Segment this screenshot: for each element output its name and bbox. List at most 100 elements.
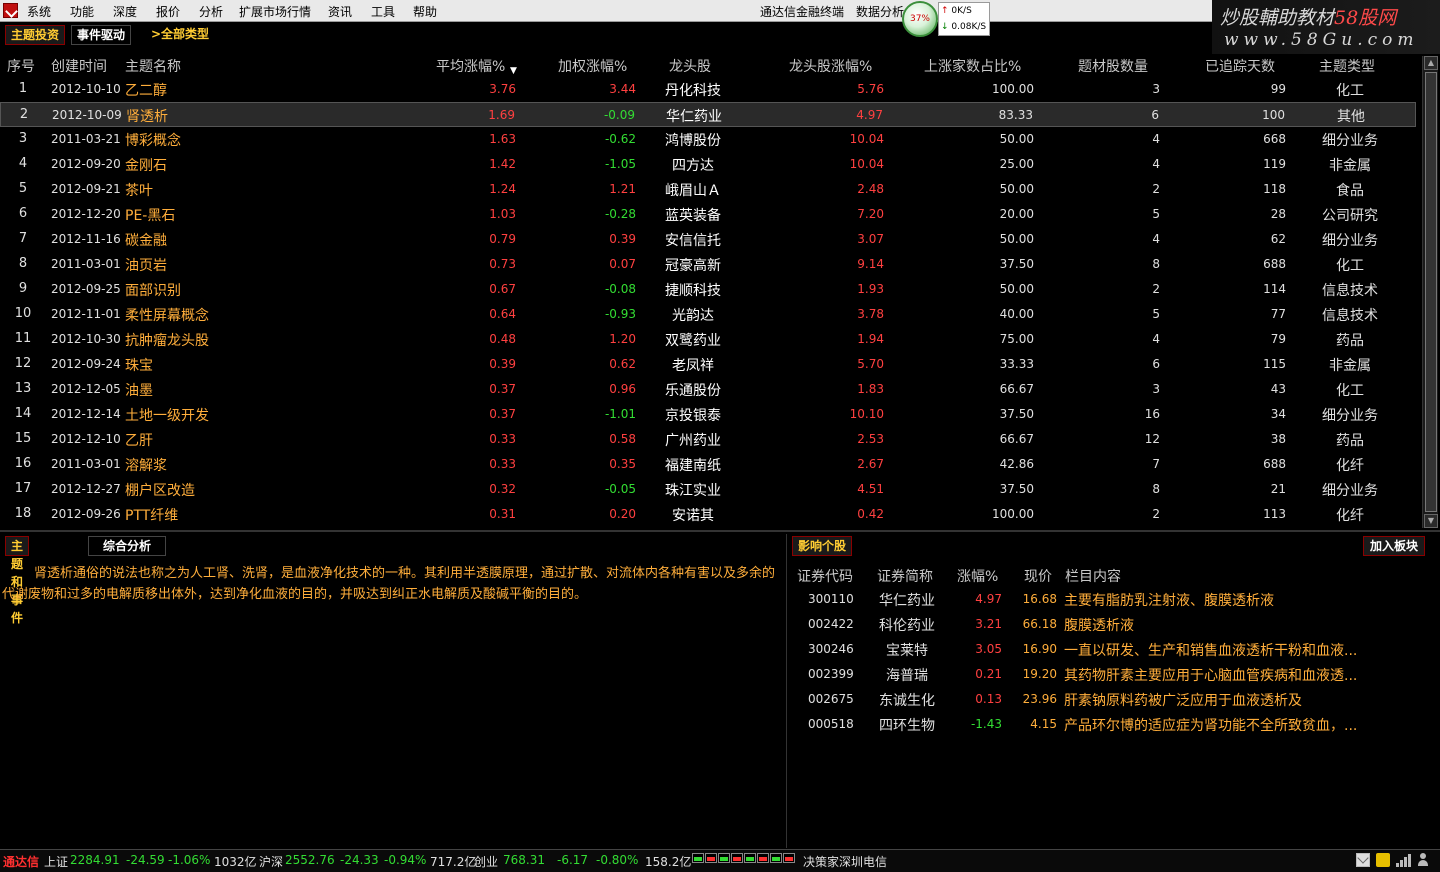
mail-icon[interactable] [1356,853,1370,867]
row-up-ratio: 100.00 [992,507,1034,521]
strength-bar [770,853,782,863]
menu-analysis[interactable]: 分析 [199,3,223,20]
table-row[interactable]: 16 2011-03-01 溶解浆 0.33 0.35 福建南纸 2.67 42.86 7 688… [0,452,1416,477]
col-header-date[interactable]: 创建时间 [51,56,107,76]
row-leader-stock: 捷顺科技 [665,283,721,299]
table-row[interactable]: 17 2012-12-27 棚户区改造 0.32 -0.05 珠江实业 4.51 37.50 8… [0,477,1416,502]
row-index: 4 [18,156,28,171]
menu-extended-market[interactable]: 扩展市场行情 [239,3,311,20]
table-row[interactable]: 6 2012-12-20 PE-黑石 1.03 -0.28 蓝英装备 7.20 20.00 5 2… [0,202,1416,227]
col-header-name[interactable]: 主题名称 [125,56,181,76]
row-weighted-change: -0.28 [604,207,636,221]
tab-theme-event[interactable]: 主题和事件 [5,536,30,625]
table-row[interactable]: 9 2012-09-25 面部识别 0.67 -0.08 捷顺科技 1.93 50.00 2 11… [0,277,1416,302]
col-header-avg[interactable]: 平均涨幅% [436,56,505,76]
row-stock-count: 4 [1152,332,1160,346]
data-analysis-button[interactable]: 数据分析 [856,3,904,20]
scroll-up-arrow-icon[interactable]: ▲ [1424,56,1438,70]
tab-theme-invest[interactable]: 主题投资 [5,25,66,45]
stock-col-header-content[interactable]: 栏目内容 [1065,566,1121,586]
menu-tools[interactable]: 工具 [371,3,395,20]
row-theme-type: 非金属 [1329,158,1371,174]
row-stock-count: 2 [1152,507,1160,521]
table-row[interactable]: 3 2011-03-21 博彩概念 1.63 -0.62 鸿博股份 10.04 50.00 4 6… [0,127,1416,152]
panel-divider[interactable] [0,530,1440,532]
row-leader-change: 4.97 [856,108,883,122]
tab-event-driven[interactable]: 事件驱动 [71,25,132,45]
row-leader-change: 5.70 [857,357,884,371]
tab-comprehensive-analysis[interactable]: 综合分析 [88,536,166,556]
menu-system[interactable]: 系统 [27,3,51,20]
watermark-logo: 炒股輔助教材58股网 www.58Gu.com [1212,0,1440,54]
stock-row[interactable]: 000518 四环生物 -1.43 4.15 产品环尔博的适应症为肾功能不全所致贫血，.… [790,712,1440,737]
menu-depth[interactable]: 深度 [113,3,137,20]
theme-description: 肾透析通俗的说法也称之为人工肾、洗肾，是血液净化技术的一种。其利用半透膜原理，通… [2,566,776,602]
table-row[interactable]: 12 2012-09-24 珠宝 0.39 0.62 老凤祥 5.70 33.33 6 115 非金… [0,352,1416,377]
lock-icon[interactable] [1376,853,1390,867]
table-row[interactable]: 8 2011-03-01 油页岩 0.73 0.07 冠豪高新 9.14 37.50 8 688 化… [0,252,1416,277]
col-header-stock-count[interactable]: 题材股数量 [1078,56,1148,76]
stock-col-header-code[interactable]: 证券代码 [797,566,853,586]
table-row[interactable]: 14 2012-12-14 土地一级开发 0.37 -1.01 京投银泰 10.10 37.5… [0,402,1416,427]
theme-detail-panel: 主题和事件 综合分析 肾透析通俗的说法也称之为人工肾、洗肾，是血液净化技术的一种… [0,534,787,848]
row-theme-name: 乙二醇 [125,83,167,99]
col-header-type[interactable]: 主题类型 [1319,56,1375,76]
stock-row[interactable]: 002675 东诚生化 0.13 23.96 肝素钠原料药被广泛应用于血液透析及 [790,687,1440,712]
table-row[interactable]: 5 2012-09-21 茶叶 1.24 1.21 峨眉山Ａ 2.48 50.00 2 118 食品 [0,177,1416,202]
table-row[interactable]: 18 2012-09-26 PTT纤维 0.31 0.20 安诺其 0.42 100.00 2 1… [0,502,1416,527]
table-row[interactable]: 11 2012-10-30 抗肿瘤龙头股 0.48 1.20 双鹭药业 1.94 75.00 4… [0,327,1416,352]
row-weighted-change: -1.05 [604,157,636,171]
stock-col-header-price[interactable]: 现价 [1024,566,1052,586]
app-logo-icon[interactable] [3,3,18,18]
stock-row[interactable]: 002422 科伦药业 3.21 66.18 腹膜透析液 [790,612,1440,637]
row-leader-stock: 福建南纸 [665,458,721,474]
stock-col-header-name[interactable]: 证券简称 [877,566,933,586]
col-header-up-ratio[interactable]: 上涨家数占比% [924,56,1021,76]
strength-bar [718,853,730,863]
col-header-weighted[interactable]: 加权涨幅% [558,56,627,76]
menu-quote[interactable]: 报价 [156,3,180,20]
sh-index-label[interactable]: 上证 [44,853,68,870]
table-row[interactable]: 15 2012-12-10 乙肝 0.33 0.58 广州药业 2.53 66.67 12 38 药… [0,427,1416,452]
col-header-days[interactable]: 已追踪天数 [1205,56,1275,76]
all-types-filter[interactable]: >全部类型 [146,25,214,45]
stock-col-header-chg[interactable]: 涨幅% [957,566,998,586]
row-avg-change: 0.67 [489,282,516,296]
add-to-block-button[interactable]: 加入板块 [1363,536,1426,556]
row-tracked-days: 21 [1270,482,1286,496]
affected-stocks-tab[interactable]: 影响个股 [792,536,853,556]
row-leader-stock: 安诺其 [672,508,714,524]
scroll-down-arrow-icon[interactable]: ▼ [1424,514,1438,528]
row-leader-stock: 鸿博股份 [665,133,721,149]
row-stock-count: 3 [1152,382,1160,396]
row-weighted-change: -0.08 [604,282,636,296]
table-row[interactable]: 7 2012-11-16 碳金融 0.79 0.39 安信信托 3.07 50.00 4 62 细分… [0,227,1416,252]
table-row[interactable]: 1 2012-10-10 乙二醇 3.76 3.44 丹化科技 5.76 100.00 3 99 化… [0,77,1416,102]
menu-help[interactable]: 帮助 [413,3,437,20]
row-index: 18 [14,506,32,521]
stock-row[interactable]: 300246 宝莱特 3.05 16.90 一直以研发、生产和销售血液透析干粉和血液..… [790,637,1440,662]
row-date: 2012-09-21 [51,182,121,196]
row-weighted-change: 0.62 [609,357,636,371]
table-row[interactable]: 4 2012-09-20 金刚石 1.42 -1.05 四方达 10.04 25.00 4 119… [0,152,1416,177]
stock-row[interactable]: 300110 华仁药业 4.97 16.68 主要有脂肪乳注射液、腹膜透析液 [790,587,1440,612]
cy-index-price: 768.31 [503,853,545,867]
table-row[interactable]: 10 2012-11-01 柔性屏幕概念 0.64 -0.93 光韵达 3.78 40.00 5… [0,302,1416,327]
table-row[interactable]: 2 2012-10-09 肾透析 1.69 -0.09 华仁药业 4.97 83.33 6 100… [0,102,1416,127]
hs-index-label[interactable]: 沪深 [259,853,283,870]
cy-index-label[interactable]: 创业 [474,853,498,870]
stock-row[interactable]: 002399 海普瑞 0.21 19.20 其药物肝素主要应用于心脑血管疾病和血液透..… [790,662,1440,687]
user-icon[interactable] [1416,853,1430,867]
row-tracked-days: 34 [1270,407,1286,421]
col-header-leader[interactable]: 龙头股 [669,56,711,76]
scrollbar-thumb[interactable] [1425,72,1437,512]
row-up-ratio: 50.00 [999,182,1034,196]
menu-info[interactable]: 资讯 [328,3,352,20]
table-scrollbar[interactable]: ▲ ▼ [1422,56,1438,528]
col-header-leader-chg[interactable]: 龙头股涨幅% [789,56,872,76]
table-row[interactable]: 13 2012-12-05 油墨 0.37 0.96 乐通股份 1.83 66.67 3 43 化工 [0,377,1416,402]
row-weighted-change: -1.01 [604,407,636,421]
menu-function[interactable]: 功能 [70,3,94,20]
row-leader-stock: 蓝英装备 [665,208,721,224]
col-header-idx[interactable]: 序号 [7,56,35,76]
